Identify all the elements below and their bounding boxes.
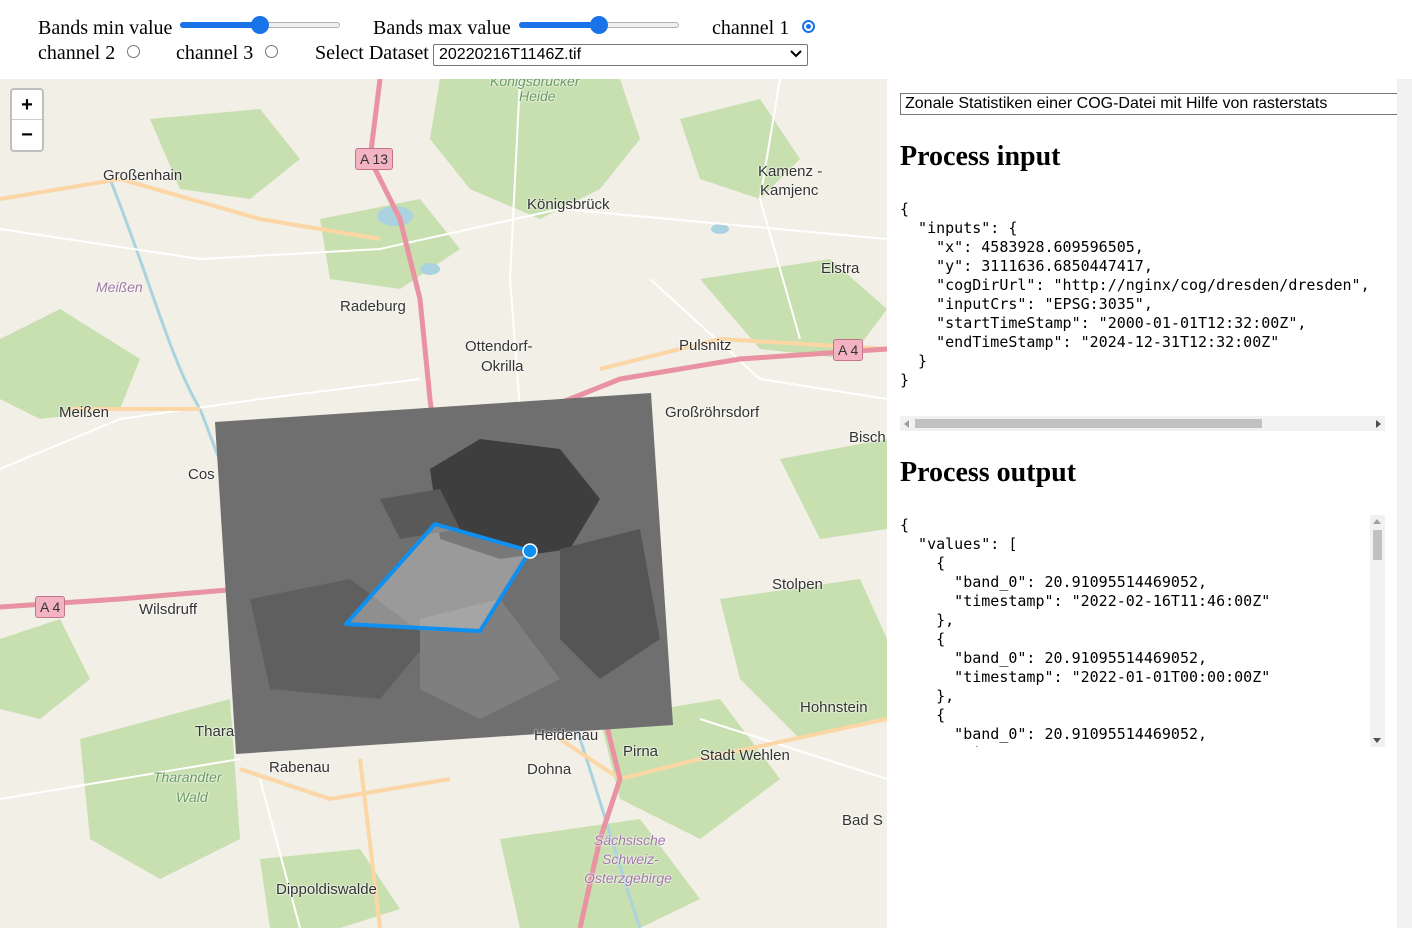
map-label: Meißen [59,404,110,421]
dataset-select-value: 20220216T1146Z.tif [439,46,582,63]
output-vertical-scrollbar[interactable] [1370,515,1385,747]
process-panel: Zonale Statistiken einer COG-Datei mit H… [887,79,1397,928]
process-input-heading: Process input [900,141,1061,172]
chevron-down-icon [790,50,802,58]
input-horizontal-scrollbar[interactable] [900,416,1385,431]
channel-2-radio[interactable] [127,45,140,58]
dataset-select[interactable]: 20220216T1146Z.tif [433,44,808,66]
scroll-up-arrow-icon[interactable] [1373,519,1381,524]
map-label: Rabenau [269,759,330,776]
controls-bar: Bands min value Bands max value channel … [0,0,1412,79]
bands-min-slider[interactable] [180,15,340,35]
map-label: Großenhain [103,167,183,184]
map-label: Bad S [842,812,883,829]
slider-fill [519,22,599,28]
map-label: Radeburg [340,298,406,315]
map-label: Stadt Wehlen [700,747,790,764]
map-label: Tharandter [153,769,222,785]
map-label: Wald [176,789,208,805]
map-view[interactable]: Königsbrücker Heide Großenhain Königsbrü… [0,79,887,928]
map-label: Hohnstein [800,699,868,716]
channel-1-radio[interactable] [802,20,815,33]
road-shield-a13: A 13 [355,148,394,170]
map-label: Kamjenc [760,182,819,199]
road-shield-a4: A 4 [833,339,864,361]
map-label: Großröhrsdorf [665,404,760,421]
map-label: Königsbrück [527,196,610,213]
process-select[interactable]: Zonale Statistiken einer COG-Datei mit H… [900,93,1397,115]
map-label: Sächsische [594,832,666,848]
scroll-down-arrow-icon[interactable] [1373,738,1381,743]
bands-max-label: Bands max value [373,17,511,39]
map-label: Osterzgebirge [584,870,672,886]
zoom-out-button[interactable]: − [12,120,42,150]
scroll-left-arrow-icon[interactable] [904,420,909,428]
map-label: Schweiz- [602,851,659,867]
select-dataset-label: Select Dataset [315,42,429,64]
map-label: Pulsnitz [679,337,732,354]
scrollbar-thumb[interactable] [1373,530,1382,560]
map-label: Cos [188,466,215,483]
process-output-json: { "values": [ { "band_0": 20.91095514469… [900,516,1271,747]
road-shield-a4: A 4 [35,596,66,618]
map-label: Elstra [821,260,860,277]
map-label: Thara [195,723,235,740]
map-label: Ottendorf- [465,338,533,355]
slider-thumb[interactable] [251,16,269,34]
channel-2-label: channel 2 [38,42,116,64]
scrollbar-thumb[interactable] [915,419,1262,428]
page-vertical-scrollbar[interactable] [1397,79,1412,928]
zoom-in-button[interactable]: + [12,90,42,120]
map-label: Heidenau [534,727,599,744]
slider-thumb[interactable] [590,16,608,34]
map-tiles[interactable] [0,79,887,928]
map-label: Bisch [849,429,886,446]
map-label: Okrilla [481,358,524,375]
map-label: Kamenz - [758,163,823,180]
zoom-control: + − [10,88,44,152]
channel-3-radio[interactable] [265,45,278,58]
map-label: Dohna [527,761,572,778]
process-output-heading: Process output [900,457,1077,488]
polygon-vertex-handle[interactable] [522,543,538,559]
scroll-right-arrow-icon[interactable] [1376,420,1381,428]
map-label: Wilsdruff [139,601,198,618]
channel-3-label: channel 3 [176,42,254,64]
map-label: Stolpen [772,576,823,593]
map-label: Dippoldiswalde [276,881,377,898]
map-label: Meißen [96,279,143,295]
process-input-json: { "inputs": { "x": 4583928.609596505, "y… [900,200,1370,389]
map-label: Heide [519,88,556,104]
map-label: Pirna [623,743,659,760]
bands-min-label: Bands min value [38,17,173,39]
slider-fill [180,22,260,28]
bands-max-slider[interactable] [519,15,679,35]
channel-1-label: channel 1 [712,17,790,39]
